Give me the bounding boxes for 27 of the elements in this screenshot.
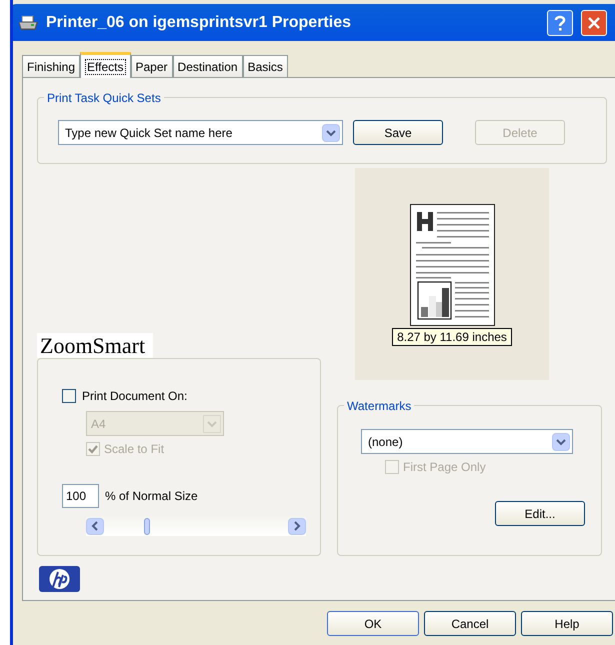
checkbox-label: Print Document On: [82,388,188,405]
dialog-button[interactable]: Help [521,611,613,636]
dialog-button[interactable]: OK [327,611,419,636]
tab[interactable]: Destination [172,55,243,77]
logo-icon [39,566,80,592]
slider-thumb[interactable] [144,518,150,534]
window-title: Printer_06 on igemsprintsvr1 Properties [46,12,352,32]
close-icon[interactable] [581,10,607,36]
tab[interactable]: Paper [130,55,173,77]
dialog-button[interactable]: Cancel [424,611,516,636]
checkbox-label: Scale to Fit [104,441,164,458]
field-label: % of Normal Size [105,488,198,505]
slider[interactable] [86,516,306,536]
input-field[interactable]: 100 [62,484,99,508]
combo-box[interactable]: (none) [361,429,573,454]
tab[interactable]: Finishing [22,55,80,77]
checkbox[interactable] [62,389,76,403]
printer-icon [18,14,38,30]
size-label: 8.27 by 11.69 inches [392,328,512,346]
tab[interactable]: Effects [80,52,130,78]
combo-box[interactable]: Type new Quick Set name here [58,120,343,145]
dialog-button[interactable]: Save [353,120,443,145]
dialog-button[interactable]: Edit... [495,501,585,526]
help-icon[interactable] [547,10,573,36]
checkbox-label: First Page Only [403,459,486,476]
section-heading: ZoomSmart [37,333,154,358]
tab[interactable]: Basics [242,55,288,77]
